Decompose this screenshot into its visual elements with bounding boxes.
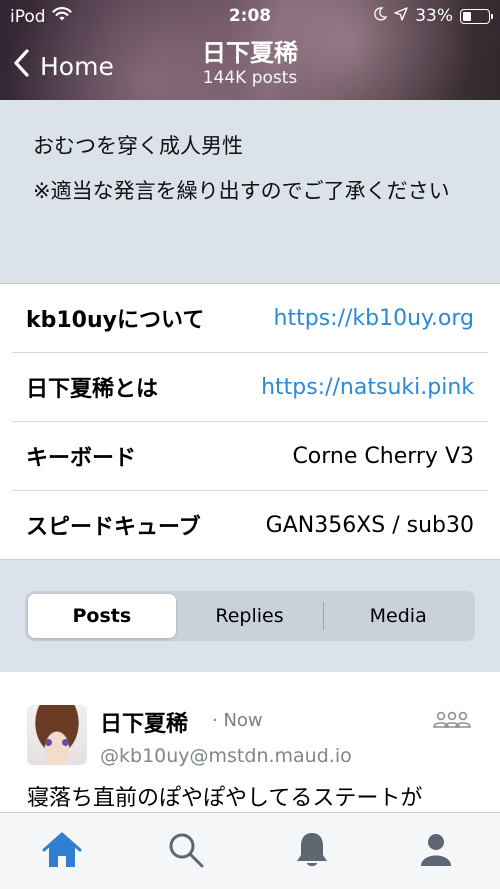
avatar[interactable] [27,705,87,765]
status-bar: iPod 2:08 33% [0,0,500,32]
profile-name: 日下夏稀 [202,39,298,67]
timeline-segmented-control: Posts Replies Media [25,591,475,641]
location-arrow-icon [394,6,408,26]
bottom-tab-bar [0,812,500,889]
bio-line: ※適当な発言を繰り出すのでご了承ください [33,179,450,203]
profile-field: スピードキューブ GAN356XS / sub30 [12,491,488,559]
moon-icon [373,6,388,26]
field-link[interactable]: https://kb10uy.org [274,306,474,331]
page-title: 日下夏稀 144K posts [0,38,500,88]
profile-field: kb10uyについて https://kb10uy.org [12,284,488,353]
bio-line: おむつを穿く成人男性 [33,134,243,158]
post-count: 144K posts [202,68,298,88]
tab-replies[interactable]: Replies [176,594,324,638]
field-value: Corne Cherry V3 [292,443,474,469]
field-name: 日下夏稀とは [26,377,159,402]
field-link[interactable]: https://natsuki.pink [261,375,474,400]
field-name: kb10uyについて [26,308,205,333]
bell-icon[interactable] [287,825,337,875]
profile-bio: おむつを穿く成人男性 ※適当な発言を繰り出すのでご了承ください [33,130,463,220]
tab-media[interactable]: Media [324,594,472,638]
post-content: 寝落ち直前のぽやぽやしてるステートが [27,786,423,811]
post-author-name: 日下夏稀 [100,712,189,737]
profile-field: キーボード Corne Cherry V3 [12,422,488,491]
field-name: キーボード [26,446,137,471]
tab-posts[interactable]: Posts [28,594,176,638]
home-icon[interactable] [37,825,87,875]
search-icon[interactable] [161,825,211,875]
profile-field: 日下夏稀とは https://natsuki.pink [12,353,488,422]
field-value: GAN356XS / sub30 [265,512,474,538]
battery-icon [460,8,493,24]
group-icon [432,710,472,734]
post-author-handle: @kb10uy@mstdn.maud.io [100,745,352,767]
post-timestamp: · Now [212,710,263,731]
profile-header: iPod 2:08 33% Home 日下夏稀 144K posts [0,0,500,100]
post-item[interactable]: 日下夏稀 · Now @kb10uy@mstdn.maud.io 寝落ち直前のぽ… [0,672,500,812]
profile-icon[interactable] [411,825,461,875]
profile-fields: kb10uyについて https://kb10uy.org 日下夏稀とは htt… [0,283,500,560]
battery-percent: 33% [415,6,453,26]
field-name: スピードキューブ [26,515,201,540]
